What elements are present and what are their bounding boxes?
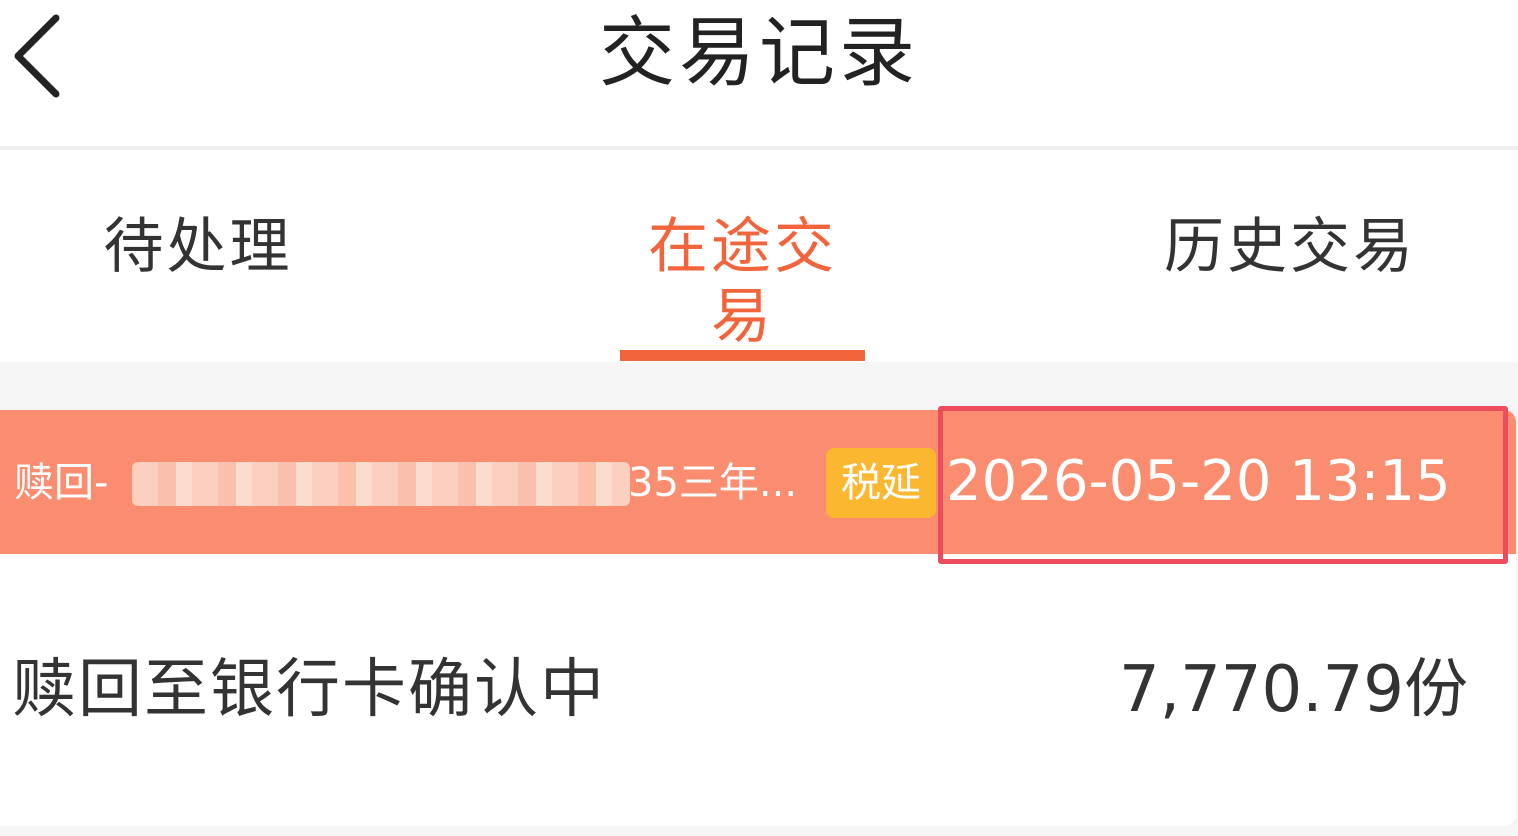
bottom-spacer <box>0 826 1518 836</box>
tab-label: 待处理 <box>103 212 293 282</box>
tab-in-transit[interactable]: 在途交易 <box>620 150 865 362</box>
tab-label: 历史交易 <box>1164 212 1416 282</box>
share-amount: 7,770.79份 <box>1119 653 1468 727</box>
product-name-suffix: 35三年... <box>628 460 798 506</box>
content-spacer <box>0 362 1518 410</box>
product-name-prefix: 赎回- <box>14 460 109 506</box>
transaction-time: 2026-05-20 13:15 <box>946 449 1451 514</box>
card-header: 赎回- 35三年... 税延 2026-05-20 13:15 <box>0 410 1516 554</box>
tax-deferred-badge: 税延 <box>826 448 936 518</box>
tab-pending[interactable]: 待处理 <box>0 150 396 362</box>
redacted-product-name <box>132 462 630 506</box>
product-name: 赎回- 35三年... <box>14 458 804 508</box>
page-title: 交易记录 <box>599 8 919 97</box>
transaction-status: 赎回至银行卡确认中 <box>12 653 606 727</box>
navigation-bar: 交易记录 <box>0 0 1518 146</box>
tab-bar: 待处理 在途交易 历史交易 <box>0 150 1518 362</box>
active-tab-indicator <box>620 350 865 361</box>
transaction-card[interactable]: 赎回- 35三年... 税延 2026-05-20 13:15 赎回至银行卡确认… <box>0 410 1516 826</box>
tab-label: 在途交易 <box>648 212 837 352</box>
tab-history[interactable]: 历史交易 <box>1130 150 1450 362</box>
